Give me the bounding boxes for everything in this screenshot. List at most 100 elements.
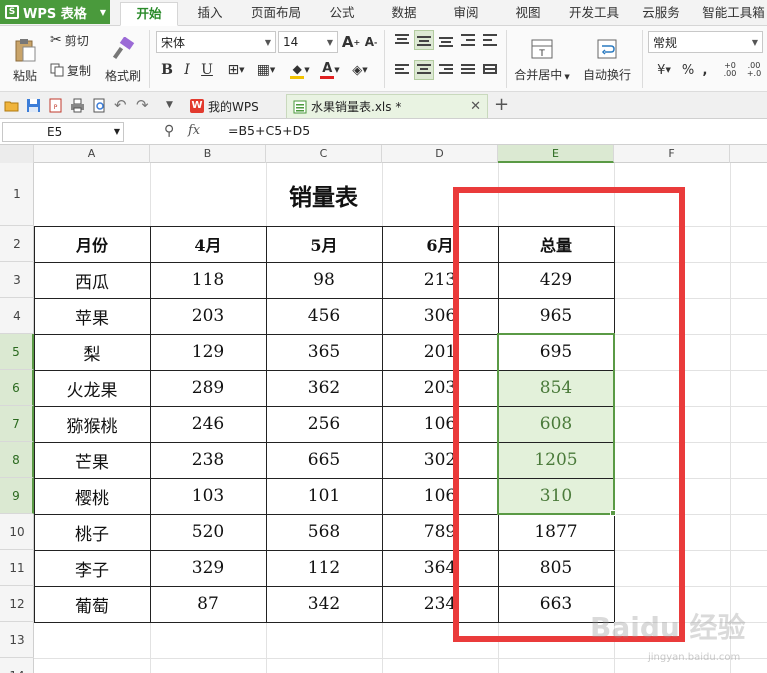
table-cell[interactable]: 256: [266, 406, 382, 442]
name-box[interactable]: E5 ▼: [2, 122, 124, 142]
table-cell[interactable]: 西瓜: [34, 262, 150, 298]
copy-button[interactable]: 复制: [50, 60, 100, 80]
align-right-icon[interactable]: [436, 60, 456, 80]
column-header-d[interactable]: D: [382, 145, 498, 163]
table-cell[interactable]: 火龙果: [34, 370, 150, 406]
row-header[interactable]: 7: [0, 406, 34, 442]
table-cell[interactable]: 李子: [34, 550, 150, 586]
row-header[interactable]: 9: [0, 478, 34, 514]
row-header[interactable]: 10: [0, 514, 34, 550]
table-cell[interactable]: 芒果: [34, 442, 150, 478]
merge-center-button[interactable]: T 合并居中 ▼: [510, 30, 574, 90]
tab-home[interactable]: 开始: [120, 2, 178, 26]
tab-view[interactable]: 视图: [504, 2, 552, 26]
currency-icon[interactable]: ¥ ▼: [650, 60, 678, 80]
font-size-select[interactable]: 14 ▼: [278, 31, 338, 53]
print-preview-icon[interactable]: [92, 98, 107, 113]
format-painter-button[interactable]: 格式刷: [104, 30, 142, 90]
row-header[interactable]: 5: [0, 334, 34, 370]
table-header-cell[interactable]: 4月: [150, 226, 266, 262]
table-cell[interactable]: 238: [150, 442, 266, 478]
row-header[interactable]: 14: [0, 658, 34, 673]
table-cell[interactable]: 112: [266, 550, 382, 586]
font-name-select[interactable]: 宋体 ▼: [156, 31, 276, 53]
clear-format-icon[interactable]: ◈ ▼: [346, 60, 374, 80]
justify-icon[interactable]: [458, 60, 478, 80]
table-cell[interactable]: 568: [266, 514, 382, 550]
new-tab-icon[interactable]: +: [494, 94, 509, 115]
table-cell[interactable]: 520: [150, 514, 266, 550]
row-header[interactable]: 1: [0, 163, 34, 226]
table-cell[interactable]: 456: [266, 298, 382, 334]
table-header-cell[interactable]: 5月: [266, 226, 382, 262]
table-cell[interactable]: 苹果: [34, 298, 150, 334]
row-header[interactable]: 8: [0, 442, 34, 478]
tab-document[interactable]: 水果销量表.xls * ✕: [286, 94, 488, 118]
table-cell[interactable]: 101: [266, 478, 382, 514]
print-icon[interactable]: [70, 98, 85, 113]
table-cell[interactable]: 103: [150, 478, 266, 514]
row-header[interactable]: 12: [0, 586, 34, 622]
table-cell[interactable]: 樱桃: [34, 478, 150, 514]
align-bottom-icon[interactable]: [436, 30, 456, 50]
close-icon[interactable]: ✕: [470, 99, 481, 114]
table-cell[interactable]: 329: [150, 550, 266, 586]
row-header[interactable]: 2: [0, 226, 34, 262]
undo-icon[interactable]: ↶: [114, 98, 129, 113]
tab-my-wps[interactable]: W 我的WPS: [184, 94, 265, 118]
column-header-f[interactable]: F: [614, 145, 730, 163]
distributed-align-icon[interactable]: [480, 60, 500, 80]
select-all-corner[interactable]: [0, 145, 34, 163]
tab-page-layout[interactable]: 页面布局: [246, 2, 306, 26]
decrease-decimal-icon[interactable]: .00 +.0: [744, 60, 764, 80]
tab-review[interactable]: 审阅: [442, 2, 490, 26]
paste-button[interactable]: 粘贴: [8, 30, 42, 90]
column-header-a[interactable]: A: [34, 145, 150, 163]
fill-color-icon[interactable]: ◆ ▼: [286, 60, 314, 80]
increase-indent-icon[interactable]: [480, 30, 500, 50]
table-cell[interactable]: 98: [266, 262, 382, 298]
row-header[interactable]: 11: [0, 550, 34, 586]
cell-style-icon[interactable]: ▦ ▼: [252, 60, 280, 80]
underline-icon[interactable]: U: [198, 60, 216, 80]
table-cell[interactable]: 129: [150, 334, 266, 370]
export-pdf-icon[interactable]: P: [48, 98, 63, 113]
align-center-icon[interactable]: [414, 60, 434, 80]
decrease-indent-icon[interactable]: [458, 30, 478, 50]
table-cell[interactable]: 289: [150, 370, 266, 406]
table-header-cell[interactable]: 月份: [34, 226, 150, 262]
increase-font-icon[interactable]: A +: [342, 31, 360, 53]
table-cell[interactable]: 365: [266, 334, 382, 370]
search-function-icon[interactable]: ⚲: [164, 123, 174, 139]
formula-input[interactable]: =B5+C5+D5: [228, 123, 310, 138]
tab-formulas[interactable]: 公式: [318, 2, 366, 26]
borders-icon[interactable]: ⊞ ▼: [222, 60, 250, 80]
save-icon[interactable]: [26, 98, 41, 113]
table-cell[interactable]: 87: [150, 586, 266, 622]
align-top-icon[interactable]: [392, 30, 412, 50]
font-color-icon[interactable]: A ▼: [316, 60, 344, 80]
table-cell[interactable]: 猕猴桃: [34, 406, 150, 442]
wrap-text-button[interactable]: 自动换行: [578, 30, 636, 90]
table-cell[interactable]: 118: [150, 262, 266, 298]
row-header[interactable]: 3: [0, 262, 34, 298]
align-middle-icon[interactable]: [414, 30, 434, 50]
increase-decimal-icon[interactable]: +0.00: [720, 60, 740, 80]
row-header[interactable]: 6: [0, 370, 34, 406]
table-cell[interactable]: 342: [266, 586, 382, 622]
insert-function-icon[interactable]: fx: [188, 123, 200, 138]
table-cell[interactable]: 葡萄: [34, 586, 150, 622]
column-header-b[interactable]: B: [150, 145, 266, 163]
align-left-icon[interactable]: [392, 60, 412, 80]
table-cell[interactable]: 桃子: [34, 514, 150, 550]
bold-icon[interactable]: B: [158, 60, 176, 80]
tab-insert[interactable]: 插入: [186, 2, 234, 26]
table-cell[interactable]: 203: [150, 298, 266, 334]
percent-icon[interactable]: %: [680, 60, 696, 80]
tab-cloud[interactable]: 云服务: [634, 2, 688, 26]
row-header[interactable]: 4: [0, 298, 34, 334]
table-cell[interactable]: 362: [266, 370, 382, 406]
tab-data[interactable]: 数据: [380, 2, 428, 26]
redo-icon[interactable]: ↷: [136, 98, 151, 113]
table-cell[interactable]: 665: [266, 442, 382, 478]
